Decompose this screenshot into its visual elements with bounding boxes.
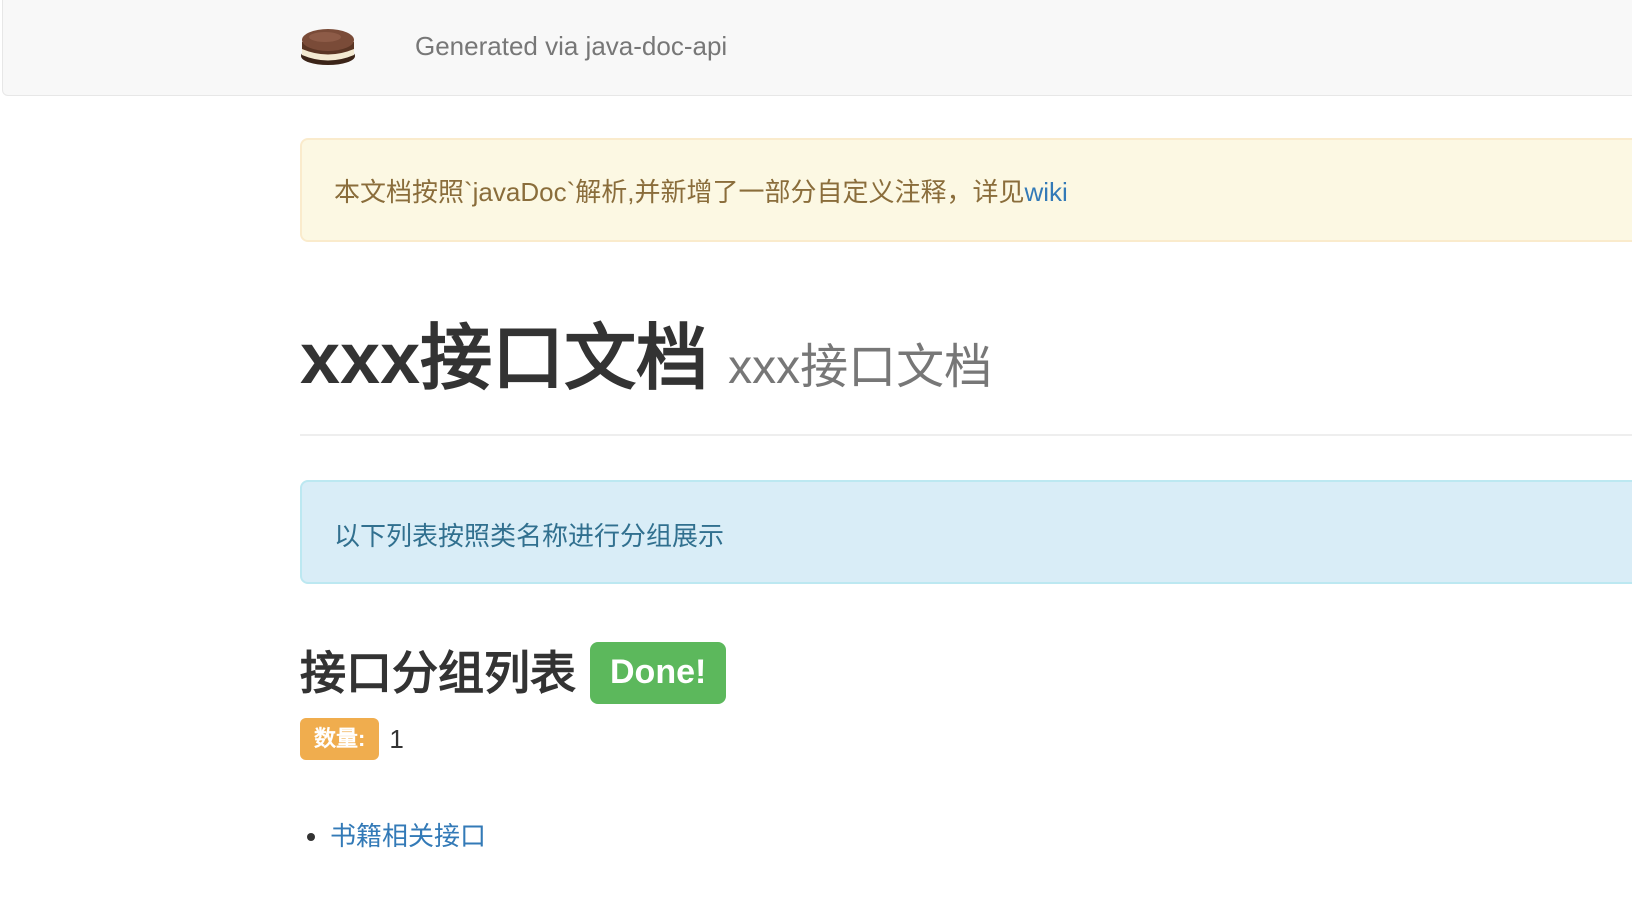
page-title: xxx接口文档 xxx接口文档 <box>300 314 992 413</box>
group-link-books[interactable]: 书籍相关接口 <box>330 821 486 851</box>
notice-alert: 本文档按照`javaDoc`解析,并新增了一部分自定义注释，详见wiki <box>300 138 1632 242</box>
info-text: 以下列表按照类名称进行分组展示 <box>334 521 725 551</box>
wiki-link[interactable]: wiki <box>1024 177 1067 207</box>
group-list: 书籍相关接口 <box>300 814 486 858</box>
info-alert: 以下列表按照类名称进行分组展示 <box>300 480 1632 584</box>
group-section-title: 接口分组列表 <box>300 647 576 699</box>
count-row: 数量: 1 <box>300 718 404 760</box>
status-badge: Done! <box>590 642 727 704</box>
page-title-text: xxx接口文档 <box>300 319 709 399</box>
list-item: 书籍相关接口 <box>330 814 486 858</box>
group-section-heading: 接口分组列表 Done! <box>300 642 727 706</box>
count-badge: 数量: <box>300 718 380 760</box>
notice-text: 本文档按照`javaDoc`解析,并新增了一部分自定义注释，详见 <box>334 177 1025 207</box>
navbar-brand[interactable]: Generated via java-doc-api <box>415 29 727 63</box>
top-navbar: Generated via java-doc-api <box>2 0 1632 96</box>
count-value: 1 <box>389 723 404 754</box>
page-subtitle: xxx接口文档 <box>728 341 993 394</box>
page-header: xxx接口文档 xxx接口文档 <box>300 314 1632 436</box>
sandwich-cake-icon[interactable] <box>299 22 357 68</box>
